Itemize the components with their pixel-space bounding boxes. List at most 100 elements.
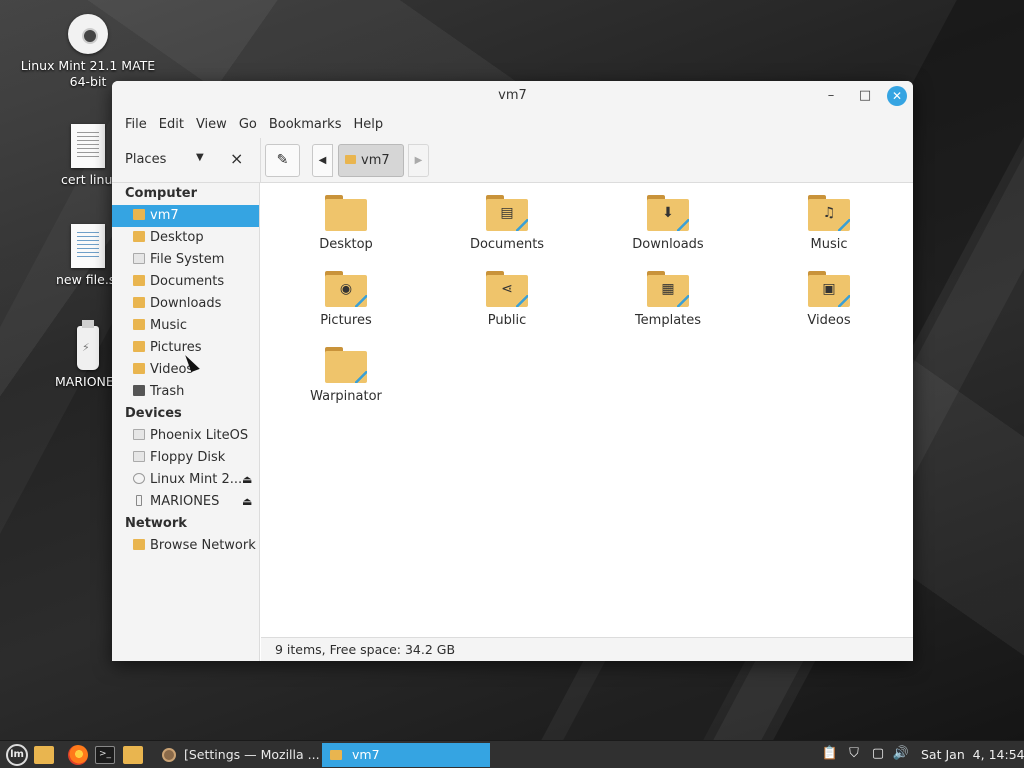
folder-item-public[interactable]: ⋖ Public: [432, 259, 582, 329]
menu-view[interactable]: View: [191, 117, 232, 132]
folder-icon: [330, 750, 342, 760]
sidebar-item-desktop[interactable]: Desktop: [112, 227, 259, 249]
network-icon[interactable]: ▢: [869, 745, 887, 763]
file-manager-window: vm7 – □ ✕ File Edit View Go Bookmarks He…: [112, 81, 913, 661]
folder-icon: [325, 347, 367, 383]
edit-location-button[interactable]: ✎: [265, 144, 300, 177]
eject-icon[interactable]: ⏏: [242, 469, 252, 491]
optical-disc-icon: [133, 473, 145, 484]
volume-icon[interactable]: 🔊: [892, 745, 910, 763]
eject-icon[interactable]: ⏏: [242, 491, 252, 513]
menu-bookmarks[interactable]: Bookmarks: [264, 117, 347, 132]
folder-item-music[interactable]: ♫ Music: [754, 183, 904, 253]
menu-go[interactable]: Go: [234, 117, 262, 132]
close-button[interactable]: ✕: [887, 86, 907, 106]
path-scroll-left-button[interactable]: ◀: [312, 144, 333, 177]
firefox-launcher-icon[interactable]: [68, 745, 88, 765]
sidebar-item-downloads[interactable]: Downloads: [112, 293, 259, 315]
trash-icon: [133, 385, 145, 396]
sidebar-item-label: Videos: [150, 362, 194, 377]
sidebar-item-floppy-disk[interactable]: Floppy Disk: [112, 447, 259, 469]
folder-label: Desktop: [319, 237, 373, 252]
sidebar-item-label: Linux Mint 2...: [150, 472, 243, 487]
folder-label: Downloads: [632, 237, 704, 252]
pictures-folder-icon: ◉: [325, 271, 367, 307]
floppy-icon: [133, 451, 145, 462]
folder-label: Public: [487, 313, 527, 328]
folder-item-warpinator[interactable]: Warpinator: [271, 335, 421, 405]
clipboard-icon[interactable]: 📋: [821, 745, 839, 763]
documents-folder-icon: ▤: [486, 195, 528, 231]
menu-help[interactable]: Help: [348, 117, 388, 132]
menu-bar: File Edit View Go Bookmarks Help: [112, 111, 913, 138]
sidebar-heading-network: Network: [125, 516, 187, 531]
folder-label: Templates: [634, 313, 702, 328]
close-sidebar-icon[interactable]: ×: [230, 149, 243, 168]
folder-item-desktop[interactable]: Desktop: [271, 183, 421, 253]
status-bar: 9 items, Free space: 34.2 GB: [261, 637, 913, 661]
sidebar-item-label: Documents: [150, 274, 225, 289]
folder-label: Warpinator: [310, 389, 382, 404]
title-bar[interactable]: vm7 – □ ✕: [112, 81, 913, 111]
sidebar-item-label: Downloads: [150, 296, 222, 311]
videos-folder-icon: [133, 363, 145, 374]
taskbar-window-firefox[interactable]: [Settings — Mozilla ...: [154, 743, 322, 767]
usb-drive-icon: [136, 495, 142, 506]
sidebar-item-vm7[interactable]: vm7: [112, 205, 259, 227]
folder-launcher-icon[interactable]: [123, 746, 143, 764]
drive-icon: [133, 429, 145, 440]
clock[interactable]: Sat Jan 4, 14:54: [921, 743, 1024, 767]
sidebar-item-linux-mint-disc[interactable]: Linux Mint 2... ⏏: [112, 469, 259, 491]
breadcrumb-vm7[interactable]: vm7: [338, 144, 404, 177]
downloads-folder-icon: ⬇: [647, 195, 689, 231]
maximize-button[interactable]: □: [855, 86, 875, 106]
sidebar-item-mariones[interactable]: MARIONES ⏏: [112, 491, 259, 513]
folder-item-videos[interactable]: ▣ Videos: [754, 259, 904, 329]
sidebar-item-label: Desktop: [150, 230, 204, 245]
taskbar-window-label: vm7: [352, 747, 380, 762]
dropdown-arrow-icon[interactable]: ▼: [196, 152, 204, 163]
optical-disc-icon: [68, 14, 108, 54]
shield-icon[interactable]: ⛉: [845, 745, 863, 763]
menu-edit[interactable]: Edit: [154, 117, 189, 132]
minimize-button[interactable]: –: [821, 86, 841, 106]
sidebar-item-label: Floppy Disk: [150, 450, 226, 465]
terminal-launcher-icon[interactable]: >_: [95, 746, 115, 764]
files-launcher-icon[interactable]: [34, 746, 54, 764]
taskbar: lm >_ [Settings — Mozilla ... vm7 📋 ⛉ ▢ …: [0, 740, 1024, 768]
sidebar-item-label: Trash: [150, 384, 185, 399]
network-folder-icon: [133, 539, 145, 550]
sidebar-item-documents[interactable]: Documents: [112, 271, 259, 293]
sidebar-item-browse-network[interactable]: Browse Network: [112, 535, 259, 557]
window-title: vm7: [498, 88, 527, 103]
sidebar-item-phoenix-liteos[interactable]: Phoenix LiteOS: [112, 425, 259, 447]
sidebar-item-videos[interactable]: Videos: [112, 359, 259, 381]
sidebar-heading-computer: Computer: [125, 186, 198, 201]
folder-label: Pictures: [320, 313, 372, 328]
taskbar-window-vm7[interactable]: vm7: [322, 743, 490, 767]
start-menu-button[interactable]: lm: [6, 744, 28, 766]
folder-item-pictures[interactable]: ◉ Pictures: [271, 259, 421, 329]
taskbar-window-label: [Settings — Mozilla ...: [184, 747, 320, 762]
videos-folder-icon: ▣: [808, 271, 850, 307]
home-folder-icon: [133, 209, 145, 220]
text-document-icon: [71, 224, 105, 268]
text-document-icon: [71, 124, 105, 168]
menu-file[interactable]: File: [120, 117, 152, 132]
folder-item-templates[interactable]: ▦ Templates: [593, 259, 743, 329]
places-selector[interactable]: Places: [125, 152, 166, 167]
path-scroll-right-button[interactable]: ▶: [408, 144, 429, 177]
file-view[interactable]: Desktop ▤ Documents ⬇ Downloads ♫ Music …: [261, 183, 913, 637]
sidebar-item-trash[interactable]: Trash: [112, 381, 259, 403]
folder-label: Videos: [807, 313, 851, 328]
toolbar: Places ▼ × ✎ ◀ vm7 ▶: [112, 138, 913, 183]
folder-icon: [325, 195, 367, 231]
desk-icon-linux-mint-disc[interactable]: Linux Mint 21.1 MATE 64-bit: [13, 14, 163, 90]
folder-item-downloads[interactable]: ⬇ Downloads: [593, 183, 743, 253]
sidebar-item-file-system[interactable]: File System: [112, 249, 259, 271]
firefox-icon: [162, 748, 176, 762]
folder-label: Music: [810, 237, 848, 252]
documents-folder-icon: [133, 275, 145, 286]
sidebar-item-music[interactable]: Music: [112, 315, 259, 337]
folder-item-documents[interactable]: ▤ Documents: [432, 183, 582, 253]
